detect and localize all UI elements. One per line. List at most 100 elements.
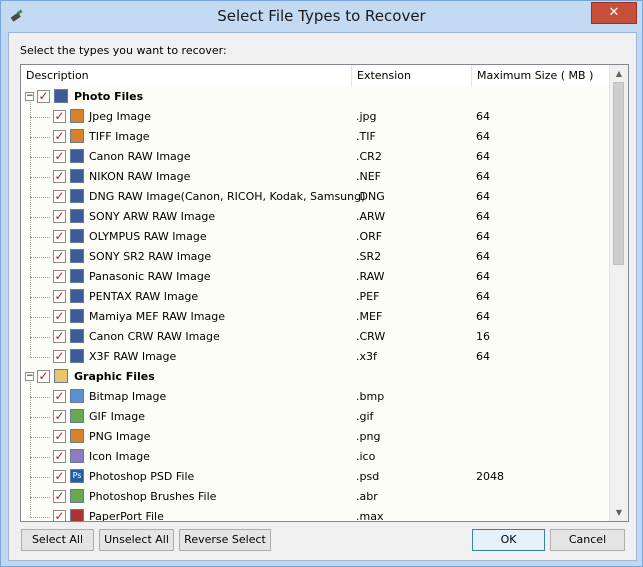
group-row[interactable]: − ✓ Graphic Files [21,367,609,387]
file-extension: .ORF [356,230,383,243]
file-type-description: Photoshop Brushes File [89,490,217,503]
item-checkbox[interactable]: ✓ [53,510,66,521]
raw-file-icon [70,249,84,263]
tree-connector [30,102,31,357]
close-button[interactable]: ✕ [591,2,637,24]
tree-connector [30,197,50,198]
item-checkbox[interactable]: ✓ [53,330,66,343]
cancel-button[interactable]: Cancel [550,529,625,551]
column-header-extension[interactable]: Extension [352,65,471,87]
table-row[interactable]: ✓ NIKON RAW Image .NEF 64 [21,167,609,187]
collapse-icon[interactable]: − [25,92,34,101]
item-checkbox[interactable]: ✓ [53,350,66,363]
tree-connector [30,277,50,278]
table-row[interactable]: ✓ SONY ARW RAW Image .ARW 64 [21,207,609,227]
item-checkbox[interactable]: ✓ [53,250,66,263]
max-size-value: 64 [476,230,490,243]
raw-file-icon [70,149,84,163]
file-type-description: SONY ARW RAW Image [89,210,216,223]
table-row[interactable]: ✓ Bitmap Image .bmp [21,387,609,407]
file-extension: .DNG [356,190,385,203]
file-type-description: PENTAX RAW Image [89,290,199,303]
raw-file-icon [70,169,84,183]
unselect-all-button[interactable]: Unselect All [99,529,174,551]
item-checkbox[interactable]: ✓ [53,410,66,423]
tree-connector [30,317,50,318]
vertical-scrollbar[interactable]: ▲ ▼ [609,65,628,521]
table-row[interactable]: ✓ DNG RAW Image(Canon, RICOH, Kodak, Sams… [21,187,609,207]
table-row[interactable]: ✓ TIFF Image .TIF 64 [21,127,609,147]
raw-file-icon [70,229,84,243]
column-header-max-size[interactable]: Maximum Size ( MB ) [472,65,609,87]
item-checkbox[interactable]: ✓ [53,130,66,143]
ok-button[interactable]: OK [472,529,545,551]
table-row[interactable]: ✓ SONY SR2 RAW Image .SR2 64 [21,247,609,267]
table-row[interactable]: ✓ Panasonic RAW Image .RAW 64 [21,267,609,287]
table-row[interactable]: ✓ Canon CRW RAW Image .CRW 16 [21,327,609,347]
file-type-description: GIF Image [89,410,146,423]
table-row[interactable]: ✓ PENTAX RAW Image .PEF 64 [21,287,609,307]
table-row[interactable]: ✓ PNG Image .png [21,427,609,447]
file-extension: .gif [356,410,374,423]
item-checkbox[interactable]: ✓ [53,490,66,503]
table-row[interactable]: ✓ OLYMPUS RAW Image .ORF 64 [21,227,609,247]
group-checkbox[interactable]: ✓ [37,90,50,103]
item-checkbox[interactable]: ✓ [53,230,66,243]
file-extension: .SR2 [356,250,382,263]
file-type-list[interactable]: Description Extension Maximum Size ( MB … [20,64,629,522]
table-row[interactable]: ✓ Jpeg Image .jpg 64 [21,107,609,127]
item-checkbox[interactable]: ✓ [53,470,66,483]
item-checkbox[interactable]: ✓ [53,110,66,123]
item-checkbox[interactable]: ✓ [53,310,66,323]
item-checkbox[interactable]: ✓ [53,170,66,183]
max-size-value: 64 [476,310,490,323]
tree-connector [30,417,50,418]
gif-file-icon [70,409,84,423]
table-row[interactable]: ✓ PaperPort File .max [21,507,609,521]
item-checkbox[interactable]: ✓ [53,450,66,463]
jpeg-file-icon [70,109,84,123]
file-type-description: NIKON RAW Image [89,170,191,183]
scroll-down-arrow-icon[interactable]: ▼ [610,504,628,521]
table-row[interactable]: ✓ Canon RAW Image .CR2 64 [21,147,609,167]
item-checkbox[interactable]: ✓ [53,150,66,163]
scroll-thumb[interactable] [613,82,624,265]
list-header: Description Extension Maximum Size ( MB … [21,65,609,88]
table-row[interactable]: ✓ X3F RAW Image .x3f 64 [21,347,609,367]
item-checkbox[interactable]: ✓ [53,190,66,203]
select-all-button[interactable]: Select All [21,529,94,551]
collapse-icon[interactable]: − [25,372,34,381]
item-checkbox[interactable]: ✓ [53,430,66,443]
table-row[interactable]: ✓ Ps Photoshop PSD File .psd 2048 [21,467,609,487]
group-checkbox[interactable]: ✓ [37,370,50,383]
item-checkbox[interactable]: ✓ [53,390,66,403]
tree-connector [30,237,50,238]
table-row[interactable]: ✓ GIF Image .gif [21,407,609,427]
max-size-value: 64 [476,270,490,283]
photoshop-psd-icon: Ps [70,469,84,483]
item-checkbox[interactable]: ✓ [53,270,66,283]
group-label: Photo Files [74,90,144,103]
group-row[interactable]: − ✓ Photo Files [21,87,609,107]
tree-connector [30,382,31,517]
file-type-description: OLYMPUS RAW Image [89,230,207,243]
scroll-up-arrow-icon[interactable]: ▲ [610,65,628,82]
reverse-select-button[interactable]: Reverse Select [179,529,271,551]
table-row[interactable]: ✓ Icon Image .ico [21,447,609,467]
file-extension: .CRW [356,330,386,343]
item-checkbox[interactable]: ✓ [53,290,66,303]
table-row[interactable]: ✓ Photoshop Brushes File .abr [21,487,609,507]
column-header-description[interactable]: Description [21,65,351,87]
max-size-value: 64 [476,350,490,363]
paperport-file-icon [70,509,84,521]
photoshop-brush-icon [70,489,84,503]
tiff-file-icon [70,129,84,143]
item-checkbox[interactable]: ✓ [53,210,66,223]
file-extension: .max [356,510,384,521]
raw-file-icon [70,349,84,363]
title-bar[interactable]: Select File Types to Recover ✕ [1,1,642,32]
dialog-window: Select File Types to Recover ✕ Select th… [0,0,643,567]
file-type-description: Photoshop PSD File [89,470,195,483]
table-row[interactable]: ✓ Mamiya MEF RAW Image .MEF 64 [21,307,609,327]
graphic-group-icon [54,369,68,383]
